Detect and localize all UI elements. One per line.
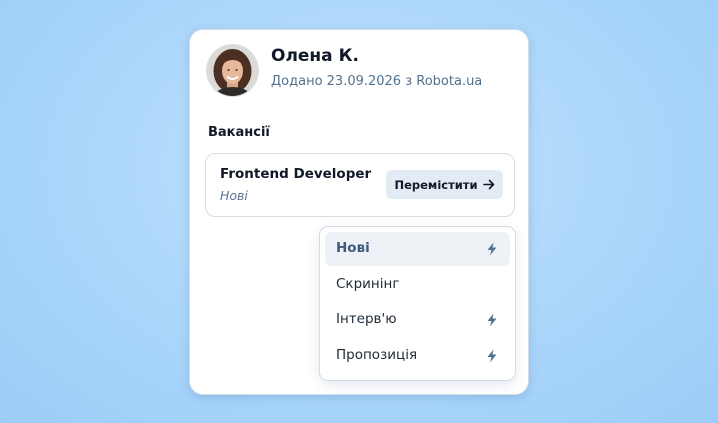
- menu-item-label: Пропозиція: [336, 347, 418, 363]
- move-button-label: Перемістити: [394, 177, 478, 192]
- menu-item-label: Інтерв'ю: [336, 311, 397, 327]
- menu-item-screening[interactable]: Скринінг: [325, 268, 510, 302]
- vacancy-stage: Нові: [220, 188, 248, 203]
- candidate-name: Олена К.: [271, 46, 359, 66]
- avatar: [207, 45, 258, 96]
- lightning-bolt-icon: [487, 242, 497, 256]
- menu-item-new[interactable]: Нові: [325, 232, 510, 266]
- lightning-bolt-icon: [487, 349, 497, 363]
- candidate-source-date: Додано 23.09.2026 з Robota.ua: [271, 74, 483, 89]
- menu-item-label: Скринінг: [336, 276, 400, 292]
- avatar-photo-icon: [207, 45, 258, 96]
- arrow-right-icon: [482, 179, 495, 190]
- vacancy-card: Frontend Developer Нові Перемістити: [205, 153, 515, 217]
- lightning-bolt-icon: [487, 313, 497, 327]
- vacancies-heading: Вакансії: [208, 125, 270, 140]
- menu-item-label: Нові: [336, 240, 370, 256]
- menu-item-offer[interactable]: Пропозиція: [325, 339, 510, 373]
- candidate-card: Олена К. Додано 23.09.2026 з Robota.ua В…: [189, 29, 529, 395]
- vacancy-title: Frontend Developer: [220, 166, 372, 182]
- menu-item-interview[interactable]: Інтерв'ю: [325, 303, 510, 337]
- move-button[interactable]: Перемістити: [386, 170, 503, 199]
- stage-dropdown-menu: Нові Скринінг Інтерв'ю Пропозиція: [319, 226, 516, 381]
